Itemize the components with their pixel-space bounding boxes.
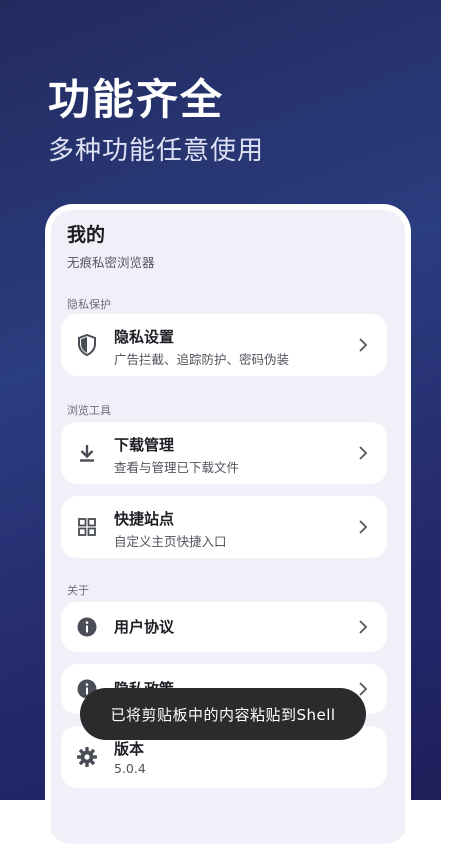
download-icon xyxy=(76,442,98,464)
chevron-right-icon xyxy=(359,620,368,634)
phone-frame: 我的 无痕私密浏览器 隐私保护 隐私设置 广告拦截、追踪防护、密码伪装 浏览工具 xyxy=(45,204,411,844)
shortcut-sites-desc: 自定义主页快捷入口 xyxy=(114,534,227,549)
gear-icon xyxy=(76,746,98,768)
privacy-settings-item[interactable]: 隐私设置 广告拦截、追踪防护、密码伪装 xyxy=(61,314,387,376)
info-icon xyxy=(76,616,98,638)
version-number: 5.0.4 xyxy=(114,761,146,776)
promo-headline: 功能齐全 xyxy=(48,75,225,124)
shortcut-sites-item[interactable]: 快捷站点 自定义主页快捷入口 xyxy=(61,496,387,558)
shield-icon xyxy=(76,334,98,356)
download-manager-desc: 查看与管理已下载文件 xyxy=(114,460,240,475)
promo-subheadline: 多种功能任意使用 xyxy=(48,136,265,166)
privacy-settings-title: 隐私设置 xyxy=(114,328,175,346)
download-manager-item[interactable]: 下载管理 查看与管理已下载文件 xyxy=(61,422,387,484)
user-agreement-title: 用户协议 xyxy=(114,618,175,636)
chevron-right-icon xyxy=(359,338,368,352)
chevron-right-icon xyxy=(359,446,368,460)
page-title: 我的 xyxy=(67,224,106,246)
section-label-privacy: 隐私保护 xyxy=(67,298,111,311)
page-subtitle: 无痕私密浏览器 xyxy=(67,255,155,270)
privacy-settings-desc: 广告拦截、追踪防护、密码伪装 xyxy=(114,352,290,367)
chevron-right-icon xyxy=(359,682,368,696)
version-title: 版本 xyxy=(114,740,145,758)
user-agreement-item[interactable]: 用户协议 xyxy=(61,602,387,652)
app-screen: 我的 无痕私密浏览器 隐私保护 隐私设置 广告拦截、追踪防护、密码伪装 浏览工具 xyxy=(51,210,405,844)
section-label-tools: 浏览工具 xyxy=(67,404,111,417)
section-label-about: 关于 xyxy=(67,584,89,597)
grid-icon xyxy=(76,516,98,538)
toast-message: 已将剪贴板中的内容粘贴到Shell xyxy=(80,688,366,740)
shortcut-sites-title: 快捷站点 xyxy=(114,510,175,528)
download-manager-title: 下载管理 xyxy=(114,436,175,454)
chevron-right-icon xyxy=(359,520,368,534)
